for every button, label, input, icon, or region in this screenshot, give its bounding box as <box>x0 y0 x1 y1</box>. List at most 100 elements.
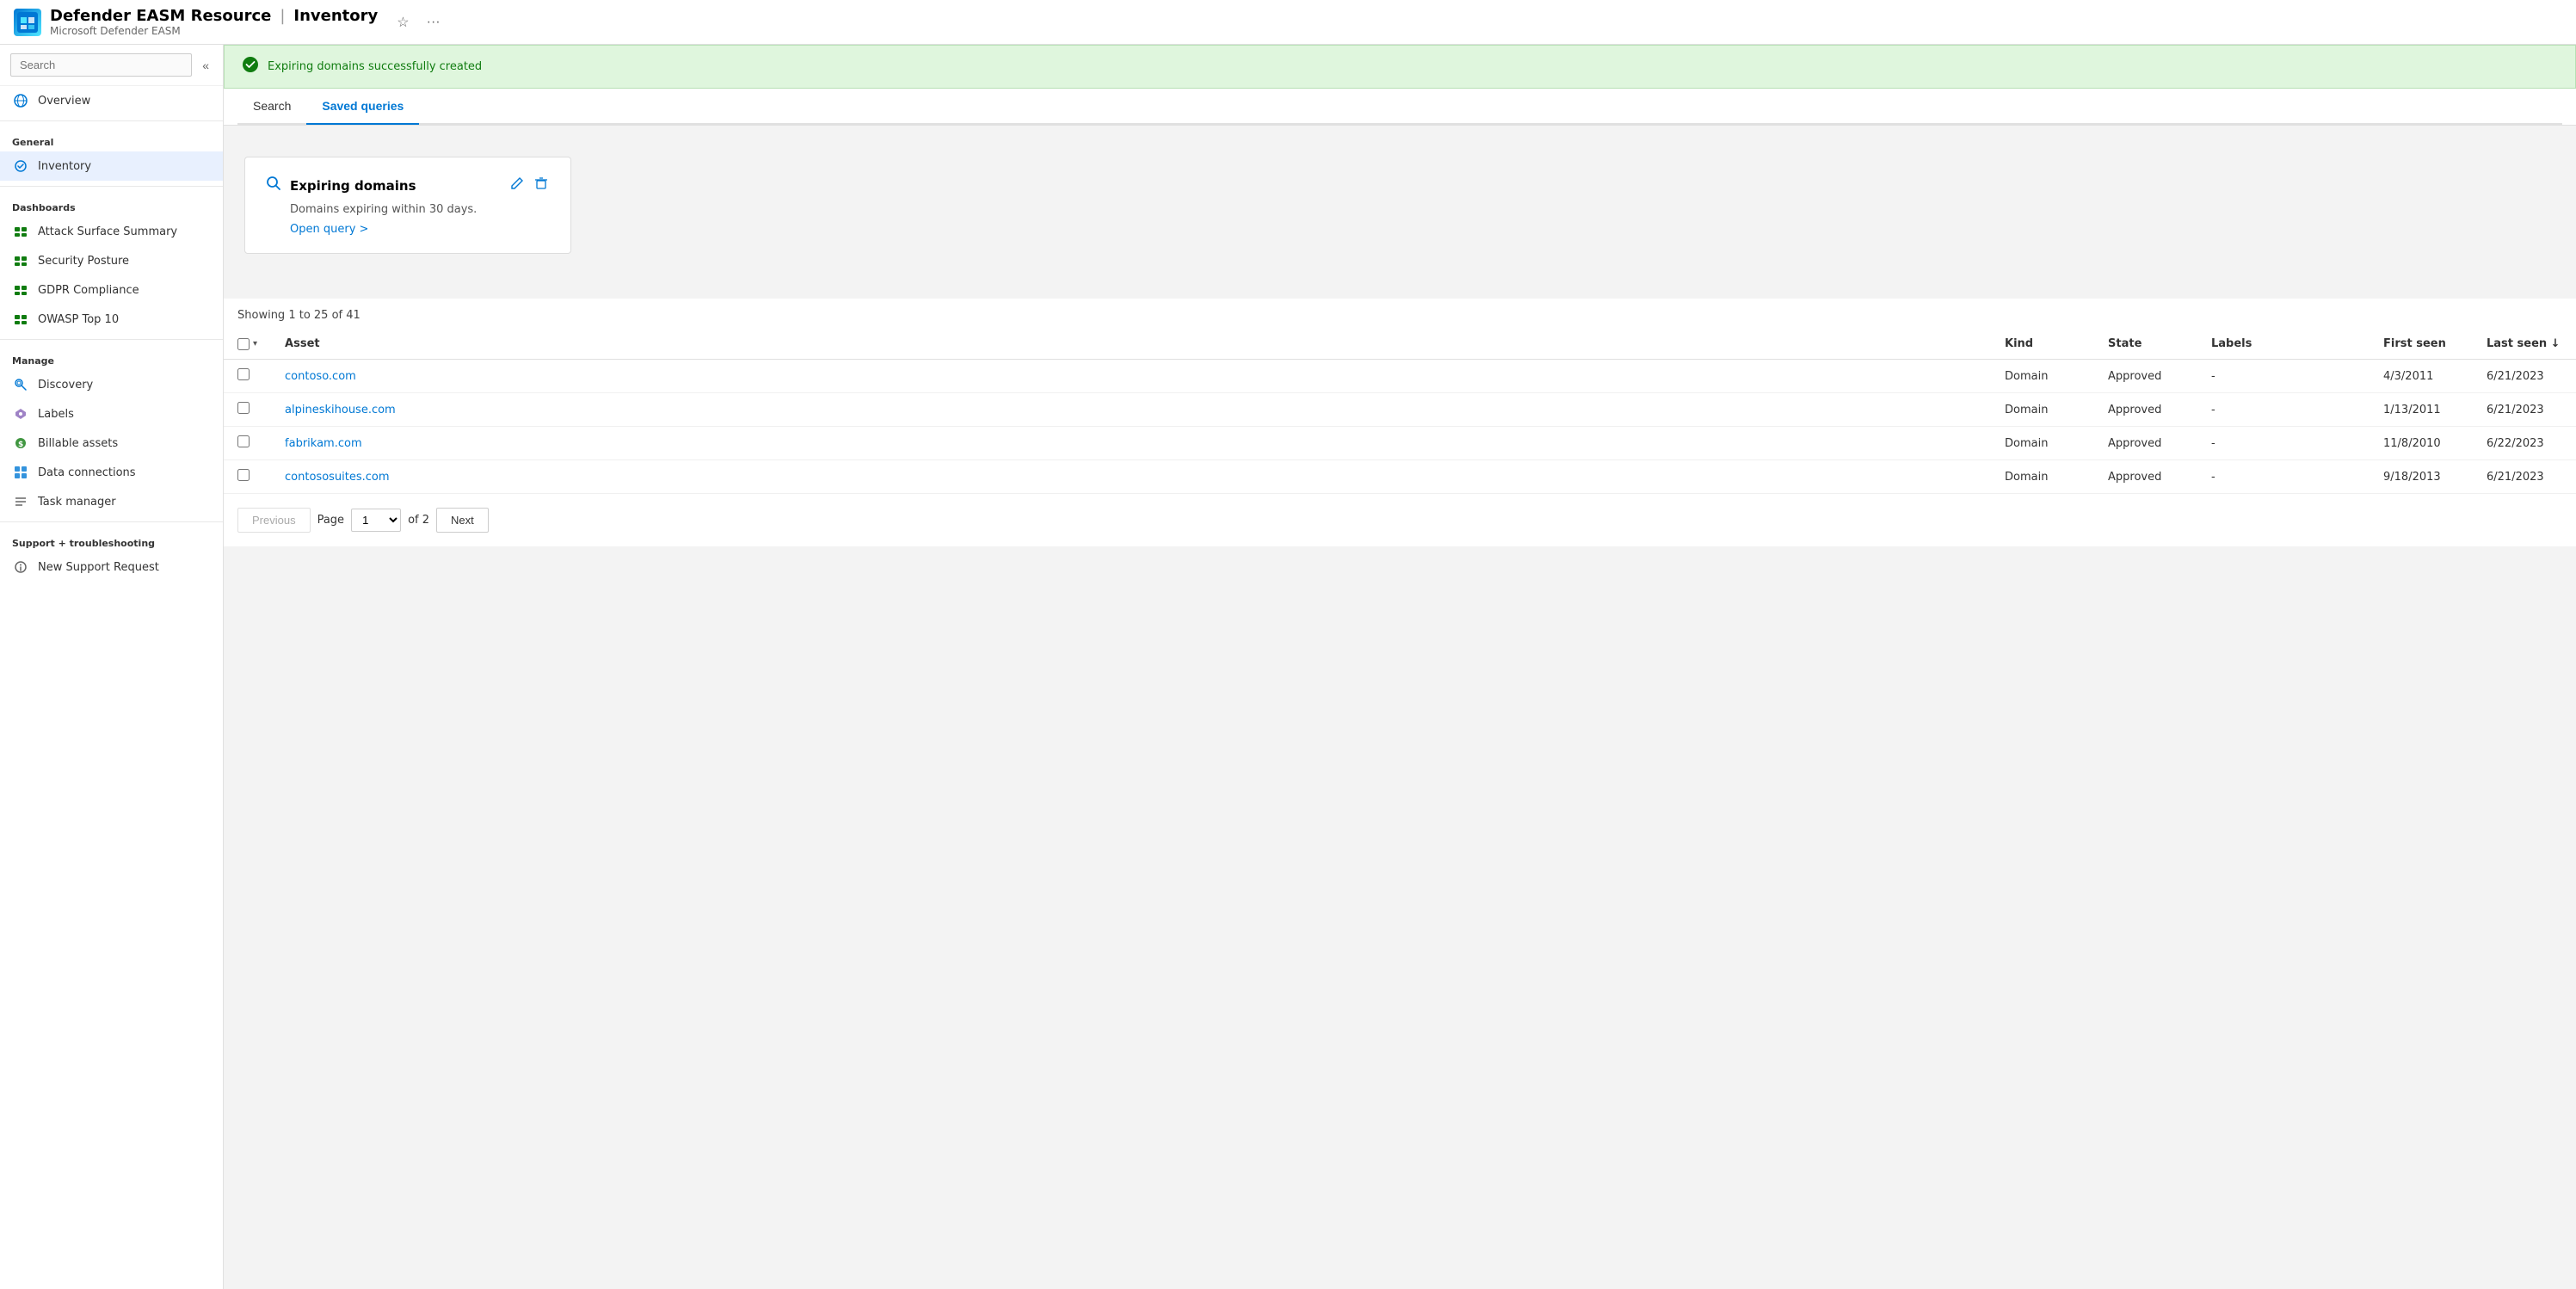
sidebar-item-task-manager[interactable]: Task manager <box>0 487 223 516</box>
firstseen-2: 1/13/2011 <box>2370 393 2473 427</box>
query-card-header: Expiring domains <box>266 175 550 196</box>
col-header-firstseen: First seen <box>2370 329 2473 360</box>
discovery-icon <box>12 376 29 393</box>
col-header-asset: Asset <box>271 329 1991 360</box>
sidebar-item-label-data-connections: Data connections <box>38 466 136 479</box>
sidebar-item-label-task-manager: Task manager <box>38 496 116 509</box>
tab-saved-queries[interactable]: Saved queries <box>306 89 419 125</box>
col-header-labels: Labels <box>2197 329 2370 360</box>
row-checkbox-4[interactable] <box>237 469 250 481</box>
kind-2: Domain <box>1991 393 2094 427</box>
query-area: Expiring domains <box>224 126 2576 292</box>
lastseen-3: 6/22/2023 <box>2473 427 2576 460</box>
main-layout: « Overview General Inventor <box>0 45 2576 1289</box>
query-title: Expiring domains <box>290 178 500 194</box>
page-select[interactable]: 1 2 <box>351 509 401 532</box>
overview-icon <box>12 92 29 109</box>
sidebar-item-label-security-posture: Security Posture <box>38 255 129 268</box>
edit-query-button[interactable] <box>508 175 526 196</box>
sidebar-item-labels[interactable]: Labels <box>0 399 223 429</box>
search-input[interactable] <box>10 53 192 77</box>
row-checkbox-1[interactable] <box>237 368 250 380</box>
chevron-down-icon[interactable]: ▾ <box>253 339 257 348</box>
query-search-icon <box>266 176 281 195</box>
resource-name: Defender EASM Resource <box>50 7 271 25</box>
open-query-link[interactable]: Open query > <box>266 223 550 236</box>
labels-2: - <box>2197 393 2370 427</box>
delete-query-button[interactable] <box>533 175 550 196</box>
labels-4: - <box>2197 460 2370 494</box>
query-description: Domains expiring within 30 days. <box>266 203 550 216</box>
favorite-button[interactable]: ☆ <box>393 12 412 33</box>
query-actions <box>508 175 550 196</box>
lastseen-2: 6/21/2023 <box>2473 393 2576 427</box>
labels-1: - <box>2197 360 2370 393</box>
more-options-button[interactable]: ··· <box>423 13 444 32</box>
sidebar-section-dashboards: Dashboards <box>0 192 223 217</box>
sidebar-item-discovery[interactable]: Discovery <box>0 370 223 399</box>
table-header: ▾ Asset Kind State Labels <box>224 329 2576 360</box>
sidebar-item-owasp[interactable]: OWASP Top 10 <box>0 305 223 334</box>
security-posture-icon <box>12 252 29 269</box>
asset-link-3[interactable]: fabrikam.com <box>285 437 362 450</box>
table-row: contososuites.com Domain Approved - 9/18… <box>224 460 2576 494</box>
sidebar-item-inventory[interactable]: Inventory <box>0 151 223 181</box>
asset-link-1[interactable]: contoso.com <box>285 370 356 383</box>
state-1: Approved <box>2094 360 2197 393</box>
sidebar-search-area: « <box>0 45 223 86</box>
kind-4: Domain <box>1991 460 2094 494</box>
task-manager-icon <box>12 493 29 510</box>
gdpr-icon <box>12 281 29 299</box>
sidebar-item-support[interactable]: New Support Request <box>0 552 223 582</box>
sidebar-item-billable[interactable]: $ Billable assets <box>0 429 223 458</box>
pagination: Previous Page 1 2 of 2 Next <box>224 494 2576 546</box>
state-2: Approved <box>2094 393 2197 427</box>
tab-search[interactable]: Search <box>237 89 306 125</box>
showing-text: Showing 1 to 25 of 41 <box>224 299 2576 329</box>
sidebar-section-general: General <box>0 126 223 151</box>
sidebar-collapse-button[interactable]: « <box>199 57 213 74</box>
page-title: Inventory <box>293 7 378 25</box>
banner-message: Expiring domains successfully created <box>268 60 482 73</box>
sidebar-item-security-posture[interactable]: Security Posture <box>0 246 223 275</box>
sidebar-section-support: Support + troubleshooting <box>0 527 223 552</box>
row-checkbox-2[interactable] <box>237 402 250 414</box>
sidebar-item-label-overview: Overview <box>38 95 90 108</box>
sidebar-item-label-inventory: Inventory <box>38 160 91 173</box>
sidebar-item-label-labels: Labels <box>38 408 74 421</box>
next-button[interactable]: Next <box>436 508 489 533</box>
sidebar-divider-2 <box>0 186 223 187</box>
sidebar-item-attack-surface[interactable]: Attack Surface Summary <box>0 217 223 246</box>
lastseen-4: 6/21/2023 <box>2473 460 2576 494</box>
sidebar-item-label-discovery: Discovery <box>38 379 93 392</box>
asset-link-4[interactable]: contososuites.com <box>285 471 390 484</box>
col-header-state: State <box>2094 329 2197 360</box>
top-header: Defender EASM Resource | Inventory Micro… <box>0 0 2576 45</box>
header-subtitle: Microsoft Defender EASM <box>50 25 378 37</box>
table-row: fabrikam.com Domain Approved - 11/8/2010… <box>224 427 2576 460</box>
sidebar-divider-4 <box>0 521 223 522</box>
header-title-group: Defender EASM Resource | Inventory Micro… <box>50 7 378 37</box>
sidebar-section-manage: Manage <box>0 345 223 370</box>
col-header-lastseen[interactable]: Last seen ↓ <box>2473 329 2576 360</box>
table-row: alpineskihouse.com Domain Approved - 1/1… <box>224 393 2576 427</box>
owasp-icon <box>12 311 29 328</box>
asset-link-2[interactable]: alpineskihouse.com <box>285 404 396 416</box>
attack-surface-icon <box>12 223 29 240</box>
firstseen-4: 9/18/2013 <box>2370 460 2473 494</box>
sidebar-item-data-connections[interactable]: Data connections <box>0 458 223 487</box>
select-all-checkbox[interactable] <box>237 338 250 350</box>
sidebar-item-gdpr[interactable]: GDPR Compliance <box>0 275 223 305</box>
inventory-icon <box>12 157 29 175</box>
firstseen-3: 11/8/2010 <box>2370 427 2473 460</box>
app-icon <box>14 9 41 36</box>
sidebar: « Overview General Inventor <box>0 45 224 1289</box>
table-row: contoso.com Domain Approved - 4/3/2011 6… <box>224 360 2576 393</box>
svg-text:$: $ <box>18 441 23 449</box>
row-checkbox-3[interactable] <box>237 435 250 447</box>
sidebar-item-label-support: New Support Request <box>38 561 159 574</box>
previous-button[interactable]: Previous <box>237 508 311 533</box>
success-icon <box>242 56 259 77</box>
col-header-kind: Kind <box>1991 329 2094 360</box>
sidebar-item-overview[interactable]: Overview <box>0 86 223 115</box>
